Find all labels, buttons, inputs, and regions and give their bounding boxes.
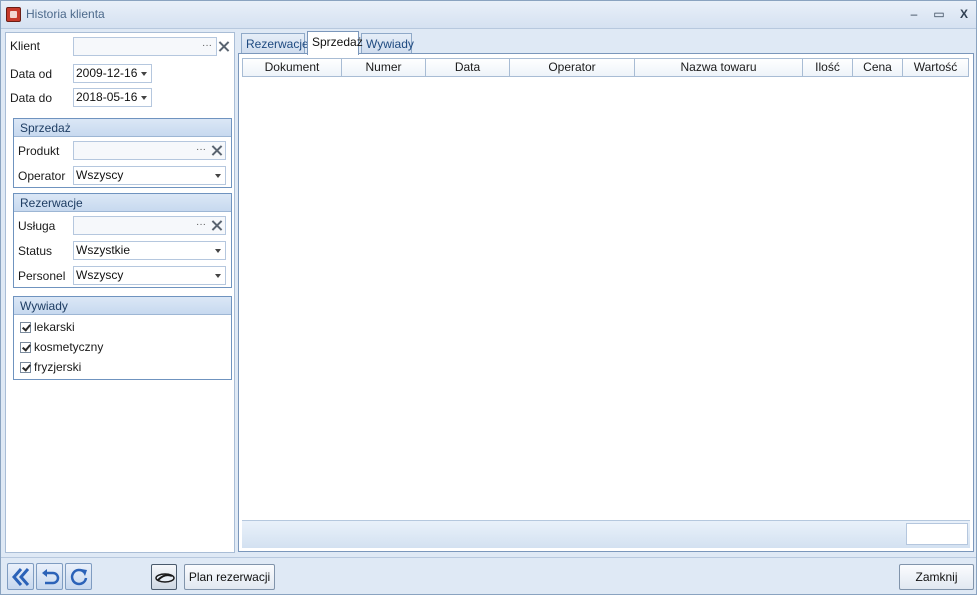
operator-value: Wszyscy bbox=[76, 168, 124, 182]
grid-header: Dokument Numer Data Operator Nazwa towar… bbox=[242, 58, 969, 77]
sales-grid: Dokument Numer Data Operator Nazwa towar… bbox=[238, 53, 974, 552]
app-icon bbox=[6, 7, 21, 22]
title-bar: Historia klienta – ▭ X bbox=[1, 1, 976, 29]
column-price[interactable]: Cena bbox=[853, 59, 903, 76]
interviews-group-title: Wywiady bbox=[14, 297, 231, 315]
date-to-value: 2018-05-16 bbox=[76, 90, 138, 104]
close-button[interactable]: Zamknij bbox=[899, 564, 974, 590]
refresh-icon bbox=[70, 568, 88, 586]
window-title: Historia klienta bbox=[26, 7, 105, 21]
staff-label: Personel bbox=[18, 269, 66, 283]
operator-label: Operator bbox=[18, 169, 66, 183]
client-clear-icon[interactable] bbox=[217, 40, 230, 53]
status-label: Status bbox=[18, 244, 53, 258]
column-value[interactable]: Wartość bbox=[903, 59, 969, 76]
sales-group: Sprzedaż Produkt ··· Operator Wszyscy bbox=[13, 118, 232, 188]
preview-button[interactable] bbox=[151, 564, 177, 590]
grid-footer bbox=[242, 520, 970, 548]
tab-sales[interactable]: Sprzedaż bbox=[307, 31, 363, 55]
product-clear-icon[interactable] bbox=[210, 144, 223, 157]
date-to-field[interactable]: 2018-05-16 bbox=[73, 88, 152, 107]
client-picker[interactable] bbox=[73, 37, 217, 56]
column-product-name[interactable]: Nazwa towaru bbox=[635, 59, 803, 76]
operator-dropdown-icon[interactable] bbox=[215, 174, 221, 178]
reservations-group: Rezerwacje Usługa ··· Status Wszystkie P… bbox=[13, 193, 232, 288]
date-to-label: Data do bbox=[10, 91, 53, 105]
status-value: Wszystkie bbox=[76, 243, 130, 257]
column-operator[interactable]: Operator bbox=[510, 59, 635, 76]
column-quantity[interactable]: Ilość bbox=[803, 59, 853, 76]
product-ellipsis-icon[interactable]: ··· bbox=[196, 144, 206, 155]
date-from-dropdown-icon[interactable] bbox=[141, 72, 147, 76]
tab-interviews[interactable]: Wywiady bbox=[361, 33, 414, 54]
date-from-value: 2009-12-16 bbox=[76, 66, 138, 80]
column-document[interactable]: Dokument bbox=[242, 59, 342, 76]
product-label: Produkt bbox=[18, 144, 60, 158]
medical-checkbox[interactable] bbox=[20, 322, 31, 333]
reservation-plan-button[interactable]: Plan rezerwacji bbox=[184, 564, 275, 590]
status-select[interactable]: Wszystkie bbox=[73, 241, 226, 260]
tab-strip: Rezerwacje Sprzedaż Wywiady bbox=[240, 31, 940, 55]
staff-value: Wszyscy bbox=[76, 268, 124, 282]
tab-reservations[interactable]: Rezerwacje bbox=[241, 33, 309, 54]
service-label: Usługa bbox=[18, 219, 56, 233]
date-to-dropdown-icon[interactable] bbox=[141, 96, 147, 100]
hairdresser-label[interactable]: fryzjerski bbox=[34, 360, 81, 374]
date-from-field[interactable]: 2009-12-16 bbox=[73, 64, 152, 83]
bottom-bar: Plan rezerwacji Zamknij bbox=[1, 557, 976, 594]
service-ellipsis-icon[interactable]: ··· bbox=[196, 219, 206, 230]
maximize-button[interactable]: ▭ bbox=[929, 5, 949, 23]
service-clear-icon[interactable] bbox=[210, 219, 223, 232]
client-ellipsis-icon[interactable]: ··· bbox=[202, 40, 212, 51]
status-dropdown-icon[interactable] bbox=[215, 249, 221, 253]
minimize-button[interactable]: – bbox=[904, 5, 924, 23]
date-from-label: Data od bbox=[10, 67, 53, 81]
column-date[interactable]: Data bbox=[426, 59, 510, 76]
sales-group-title: Sprzedaż bbox=[14, 119, 231, 137]
refresh-button[interactable] bbox=[65, 563, 92, 590]
cosmetic-label[interactable]: kosmetyczny bbox=[34, 340, 103, 354]
client-label: Klient bbox=[10, 39, 41, 53]
back-button[interactable] bbox=[7, 563, 34, 590]
close-window-button[interactable]: X bbox=[954, 5, 974, 23]
operator-select[interactable]: Wszyscy bbox=[73, 166, 226, 185]
eye-icon bbox=[155, 573, 175, 583]
interviews-group: Wywiady lekarski kosmetyczny fryzjerski bbox=[13, 296, 232, 380]
total-value-box bbox=[906, 523, 968, 545]
staff-dropdown-icon[interactable] bbox=[215, 274, 221, 278]
reservations-group-title: Rezerwacje bbox=[14, 194, 231, 212]
staff-select[interactable]: Wszyscy bbox=[73, 266, 226, 285]
double-chevron-left-icon bbox=[12, 568, 30, 586]
medical-label[interactable]: lekarski bbox=[34, 320, 75, 334]
column-number[interactable]: Numer bbox=[342, 59, 426, 76]
client-history-window: Historia klienta – ▭ X Klient ··· Data o… bbox=[0, 0, 977, 595]
undo-button[interactable] bbox=[36, 563, 63, 590]
filter-panel: Klient ··· Data od 2009-12-16 Data do 20… bbox=[5, 32, 235, 553]
cosmetic-checkbox[interactable] bbox=[20, 342, 31, 353]
hairdresser-checkbox[interactable] bbox=[20, 362, 31, 373]
undo-icon bbox=[42, 569, 60, 585]
